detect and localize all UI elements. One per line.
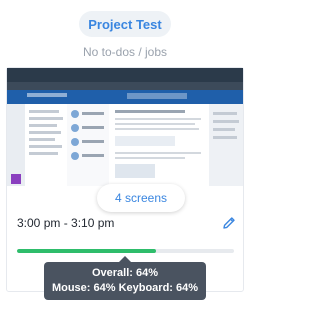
pencil-icon[interactable] bbox=[221, 215, 237, 231]
time-range: 3:00 pm - 3:10 pm bbox=[17, 216, 115, 230]
activity-progress-bar[interactable] bbox=[17, 249, 234, 253]
screens-count-button[interactable]: 4 screens bbox=[97, 184, 185, 212]
screenshot-thumbnail[interactable] bbox=[7, 68, 243, 186]
todos-status: No to-dos / jobs bbox=[82, 45, 168, 59]
activity-tooltip: Overall: 64% Mouse: 64% Keyboard: 64% bbox=[44, 256, 206, 300]
tooltip-overall: Overall: 64% bbox=[91, 267, 159, 279]
screenshot-preview-image bbox=[7, 68, 243, 186]
tooltip-detail: Mouse: 64% Keyboard: 64% bbox=[51, 282, 199, 294]
project-name-badge: Project Test bbox=[79, 11, 171, 37]
activity-progress-fill bbox=[17, 249, 156, 253]
